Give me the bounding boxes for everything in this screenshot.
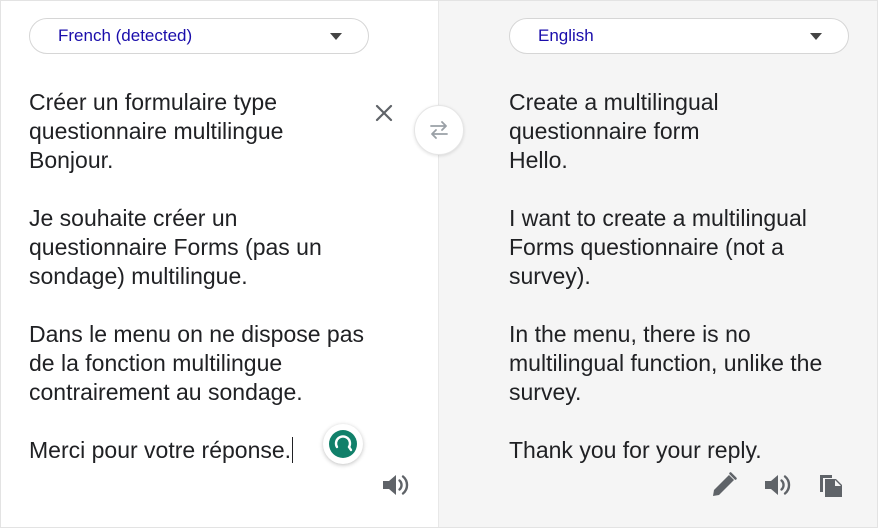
target-pane: English Create a multilingual questionna… [438,1,877,527]
source-text: Créer un formulaire type questionnaire m… [29,89,364,463]
speaker-icon [765,475,791,495]
translate-widget: French (detected) Créer un formulaire ty… [0,0,878,528]
copy-translation-button[interactable] [814,468,848,502]
source-language-select[interactable]: French (detected) [29,18,369,54]
translated-text: Create a multilingual questionnaire form… [509,89,823,463]
speaker-icon [383,475,409,495]
swap-languages-button[interactable] [414,105,464,155]
listen-translation-button[interactable] [760,468,794,502]
source-language-label: French (detected) [58,26,193,45]
source-pane: French (detected) Créer un formulaire ty… [1,1,438,527]
listen-source-button[interactable] [378,468,412,502]
copy-icon [820,475,842,497]
chevron-down-icon [330,33,342,40]
chevron-down-icon [810,33,822,40]
suggest-edit-button[interactable] [707,468,741,502]
clear-source-button[interactable] [370,99,398,127]
swap-arrows-icon [430,121,448,139]
pencil-icon [713,472,737,496]
source-text-input[interactable]: Créer un formulaire type questionnaire m… [29,88,369,465]
grammar-assistant-icon [329,430,357,458]
grammar-assistant-button[interactable] [323,424,363,464]
target-language-select[interactable]: English [509,18,849,54]
text-cursor [292,437,294,463]
target-language-label: English [538,26,594,45]
close-icon [375,104,393,122]
